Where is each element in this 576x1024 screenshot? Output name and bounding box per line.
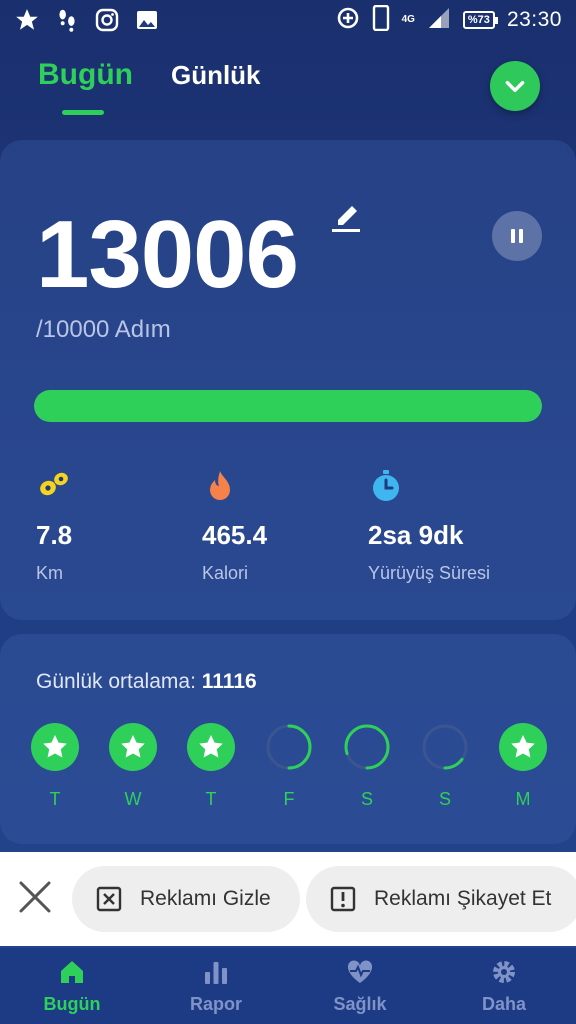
close-ad-button[interactable] bbox=[16, 878, 54, 916]
nav-report-label: Rapor bbox=[189, 994, 242, 1014]
day-label: W bbox=[124, 789, 142, 809]
nav-more[interactable]: Daha bbox=[454, 958, 554, 1015]
image-icon bbox=[134, 7, 160, 33]
step-progress-bar bbox=[34, 390, 542, 422]
report-ad-label: Reklamı Şikayet Et bbox=[374, 887, 552, 910]
stat-distance-value: 7.8 bbox=[36, 520, 73, 550]
report-ad-button[interactable]: Reklamı Şikayet Et bbox=[306, 866, 576, 932]
tab-today[interactable]: Bugün bbox=[38, 58, 133, 92]
stat-walk-time: 2sa 9dk Yürüyüş Süresi bbox=[368, 468, 548, 584]
battery-indicator: %73 bbox=[462, 11, 498, 29]
day-progress-ring bbox=[422, 724, 468, 770]
daily-average: Günlük ortalama: 11116 bbox=[36, 670, 257, 694]
alert-box-icon bbox=[330, 886, 356, 912]
pause-icon bbox=[511, 229, 523, 243]
stat-walk-time-value: 2sa 9dk bbox=[368, 520, 464, 550]
day-indicator: M bbox=[498, 722, 548, 810]
star-icon bbox=[14, 7, 40, 33]
stat-walk-time-label: Yürüyüş Süresi bbox=[368, 563, 491, 583]
stat-distance-label: Km bbox=[36, 563, 63, 583]
step-goal: /10000 Adım bbox=[36, 316, 171, 343]
day-label: F bbox=[283, 789, 295, 809]
day-label: M bbox=[515, 789, 531, 809]
signal-icon bbox=[427, 7, 451, 34]
day-progress-ring bbox=[266, 724, 312, 770]
phone-icon bbox=[372, 4, 390, 36]
day-indicator: F bbox=[264, 722, 314, 810]
goal-star-icon bbox=[499, 723, 547, 771]
footsteps-icon bbox=[54, 7, 80, 33]
gear-icon bbox=[490, 958, 518, 986]
step-count: 13006 bbox=[36, 201, 299, 308]
network-type: 4G bbox=[401, 14, 415, 25]
hide-ad-label: Reklamı Gizle bbox=[140, 887, 271, 910]
dropdown-button[interactable] bbox=[490, 61, 540, 111]
bar-chart-icon bbox=[202, 958, 230, 986]
day-indicator: S bbox=[342, 722, 392, 810]
daily-average-value: 11116 bbox=[201, 670, 257, 693]
footprints-icon bbox=[36, 468, 72, 504]
stopwatch-icon bbox=[368, 468, 404, 504]
day-label: T bbox=[205, 789, 217, 809]
pencil-icon bbox=[332, 206, 360, 232]
daily-average-label: Günlük ortalama: bbox=[36, 670, 196, 693]
day-label: T bbox=[49, 789, 61, 809]
edit-steps-button[interactable] bbox=[330, 200, 362, 234]
stat-calories: 465.4 Kalori bbox=[202, 468, 382, 584]
nav-report[interactable]: Rapor bbox=[166, 958, 266, 1015]
status-bar: 4G %73 23:30 bbox=[0, 0, 576, 40]
day-progress-ring bbox=[344, 724, 390, 770]
day-indicator: S bbox=[420, 722, 470, 810]
day-indicator: T bbox=[30, 722, 80, 810]
clock: 23:30 bbox=[506, 8, 562, 31]
day-label: S bbox=[438, 789, 451, 809]
instagram-icon bbox=[94, 7, 120, 33]
step-progress-fill bbox=[34, 390, 542, 422]
day-label: S bbox=[360, 789, 373, 809]
stat-calories-value: 465.4 bbox=[202, 520, 268, 550]
hide-ad-button[interactable]: Reklamı Gizle bbox=[72, 866, 300, 932]
status-bar-notifications bbox=[14, 0, 160, 40]
data-saver-icon bbox=[336, 6, 360, 35]
close-icon bbox=[19, 881, 51, 913]
close-box-icon bbox=[96, 886, 122, 912]
goal-star-icon bbox=[187, 723, 235, 771]
heart-pulse-icon bbox=[346, 958, 374, 986]
nav-health-label: Sağlık bbox=[333, 994, 387, 1014]
tab-daily[interactable]: Günlük bbox=[171, 60, 261, 91]
day-indicator: W bbox=[108, 722, 158, 810]
nav-health[interactable]: Sağlık bbox=[310, 958, 410, 1015]
top-tabs: Bugün Günlük bbox=[38, 58, 261, 92]
stat-calories-label: Kalori bbox=[202, 563, 249, 583]
home-icon bbox=[58, 958, 86, 986]
active-tab-indicator bbox=[62, 110, 104, 115]
nav-today-label: Bugün bbox=[43, 994, 101, 1014]
nav-today[interactable]: Bugün bbox=[22, 958, 122, 1015]
flame-icon bbox=[202, 468, 238, 504]
nav-more-label: Daha bbox=[481, 994, 526, 1014]
goal-star-icon bbox=[31, 723, 79, 771]
status-bar-system: 4G %73 23:30 bbox=[336, 0, 562, 40]
chevron-down-icon bbox=[505, 81, 525, 93]
day-indicator: T bbox=[186, 722, 236, 810]
stat-distance: 7.8 Km bbox=[36, 468, 216, 584]
pause-button[interactable] bbox=[492, 211, 542, 261]
goal-star-icon bbox=[109, 723, 157, 771]
